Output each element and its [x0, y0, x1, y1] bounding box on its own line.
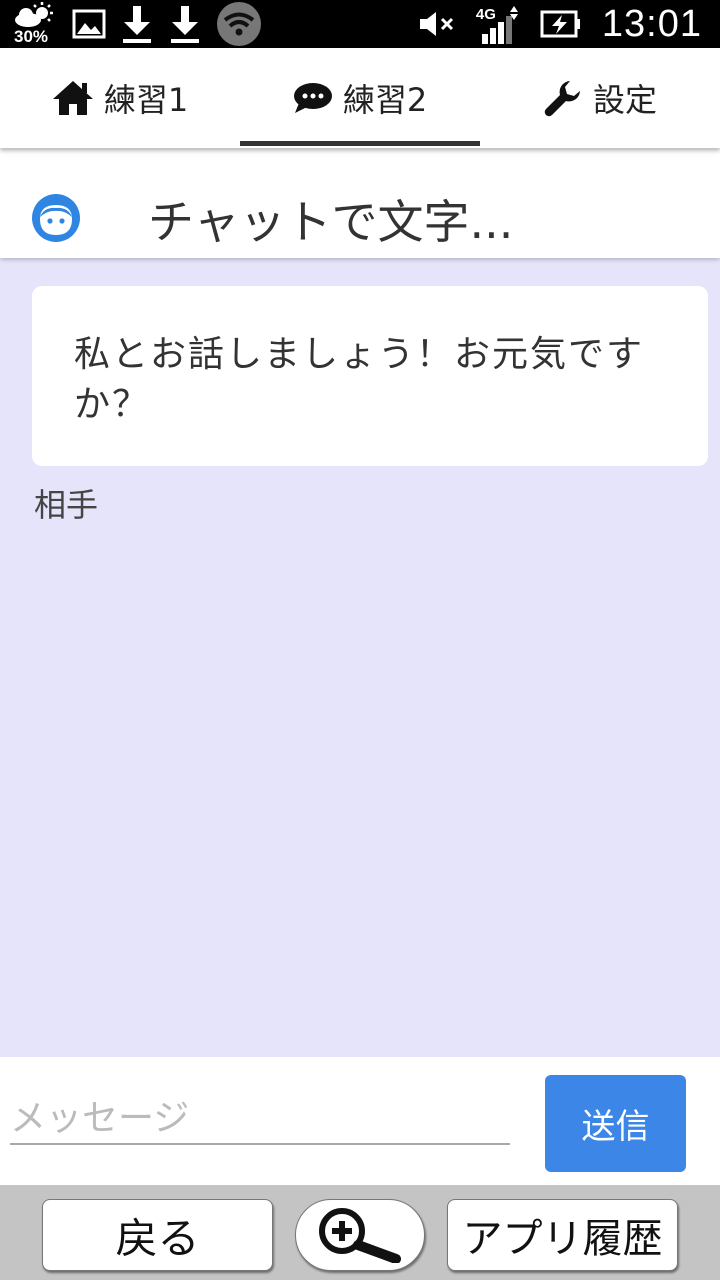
- selected-tab-indicator: [240, 141, 480, 146]
- app-history-button[interactable]: アプリ履歴: [447, 1199, 678, 1271]
- chat-bubble-icon: [293, 83, 332, 113]
- chat-header: チャットで文字...: [0, 150, 720, 258]
- mute-icon: [419, 12, 453, 36]
- send-button[interactable]: 送信: [545, 1075, 686, 1172]
- back-button[interactable]: 戻る: [42, 1199, 273, 1271]
- download-icon: [171, 6, 199, 43]
- status-bar: 30% 4G 13:01: [0, 0, 720, 48]
- message-input[interactable]: [10, 1093, 510, 1145]
- chat-message-area[interactable]: 私とお話しましょう！お元気ですか？ 相手: [0, 258, 720, 1057]
- image-icon: [72, 9, 106, 39]
- tab-label: 練習1: [103, 81, 189, 119]
- message-bubble: 私とお話しましょう！お元気ですか？: [32, 286, 708, 466]
- message-input-bar: 送信: [0, 1057, 720, 1185]
- tab-label: 練習2: [342, 81, 428, 119]
- status-bar-right: 4G 13:01: [418, 0, 702, 48]
- network-indicator: 4G: [476, 2, 520, 46]
- zoom-button[interactable]: [295, 1199, 425, 1271]
- tab-settings[interactable]: 設定: [480, 48, 720, 148]
- tab-label: 設定: [592, 81, 657, 119]
- tab-bar: 練習1 練習2 設定: [0, 48, 720, 148]
- wifi-icon: [217, 2, 261, 46]
- home-icon: [52, 81, 93, 115]
- weather-indicator: 30%: [12, 0, 58, 48]
- weather-icon: [15, 2, 53, 27]
- bottom-navigation: 戻る アプリ履歴: [0, 1185, 720, 1280]
- battery-charging-icon: [540, 10, 580, 38]
- wrench-icon: [544, 81, 580, 117]
- download-icon: [123, 6, 151, 43]
- signal-icon: [481, 6, 518, 44]
- tab-practice2[interactable]: 練習2: [240, 48, 480, 148]
- message-sender: 相手: [34, 486, 99, 524]
- face-icon: [32, 194, 80, 242]
- battery-percent: 30%: [14, 27, 49, 46]
- chat-title: チャットで文字...: [148, 195, 514, 249]
- tab-practice1[interactable]: 練習1: [0, 48, 240, 148]
- status-bar-left: 30%: [12, 0, 262, 48]
- zoom-in-icon: [319, 1208, 401, 1263]
- status-time: 13:01: [601, 2, 702, 45]
